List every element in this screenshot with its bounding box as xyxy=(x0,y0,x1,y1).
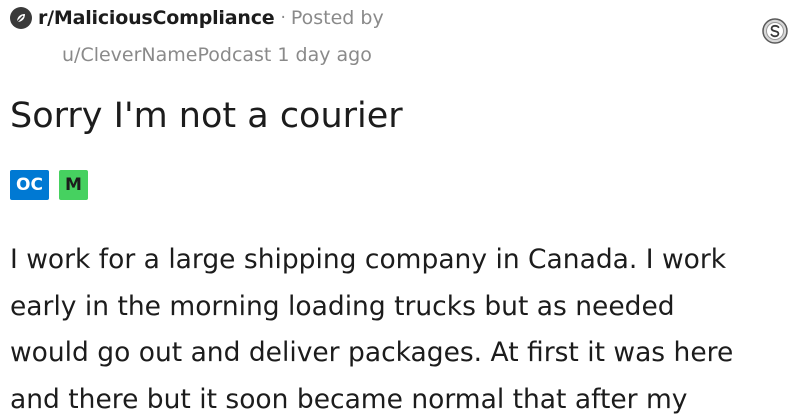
post-body: I work for a large shipping company in C… xyxy=(10,237,798,420)
body-line: would go out and deliver packages. At fi… xyxy=(10,337,734,368)
author-link[interactable]: u/CleverNamePodcast xyxy=(62,44,271,66)
post-title[interactable]: Sorry I'm not a courier xyxy=(10,92,403,140)
post-card: r/MaliciousCompliance · Posted by u/Clev… xyxy=(0,0,800,420)
flair-m[interactable]: M xyxy=(58,170,88,200)
meta-separator: · xyxy=(280,8,286,28)
subreddit-glyph-icon xyxy=(16,14,25,23)
post-meta: r/MaliciousCompliance · Posted by xyxy=(10,3,384,33)
subreddit-link[interactable]: r/MaliciousCompliance xyxy=(38,7,275,29)
silver-award-icon[interactable] xyxy=(761,17,789,45)
body-line: and there but it soon became normal that… xyxy=(10,383,688,415)
post-age: 1 day ago xyxy=(277,44,372,66)
posted-by-label: Posted by xyxy=(290,7,384,29)
subreddit-icon[interactable] xyxy=(10,7,32,29)
flair-oc[interactable]: OC xyxy=(10,170,49,200)
body-line: I work for a large shipping company in C… xyxy=(10,244,727,275)
flair-row: OC M xyxy=(10,170,88,200)
body-line: early in the morning loading trucks but … xyxy=(10,290,675,322)
author-row: u/CleverNamePodcast 1 day ago xyxy=(62,40,372,70)
